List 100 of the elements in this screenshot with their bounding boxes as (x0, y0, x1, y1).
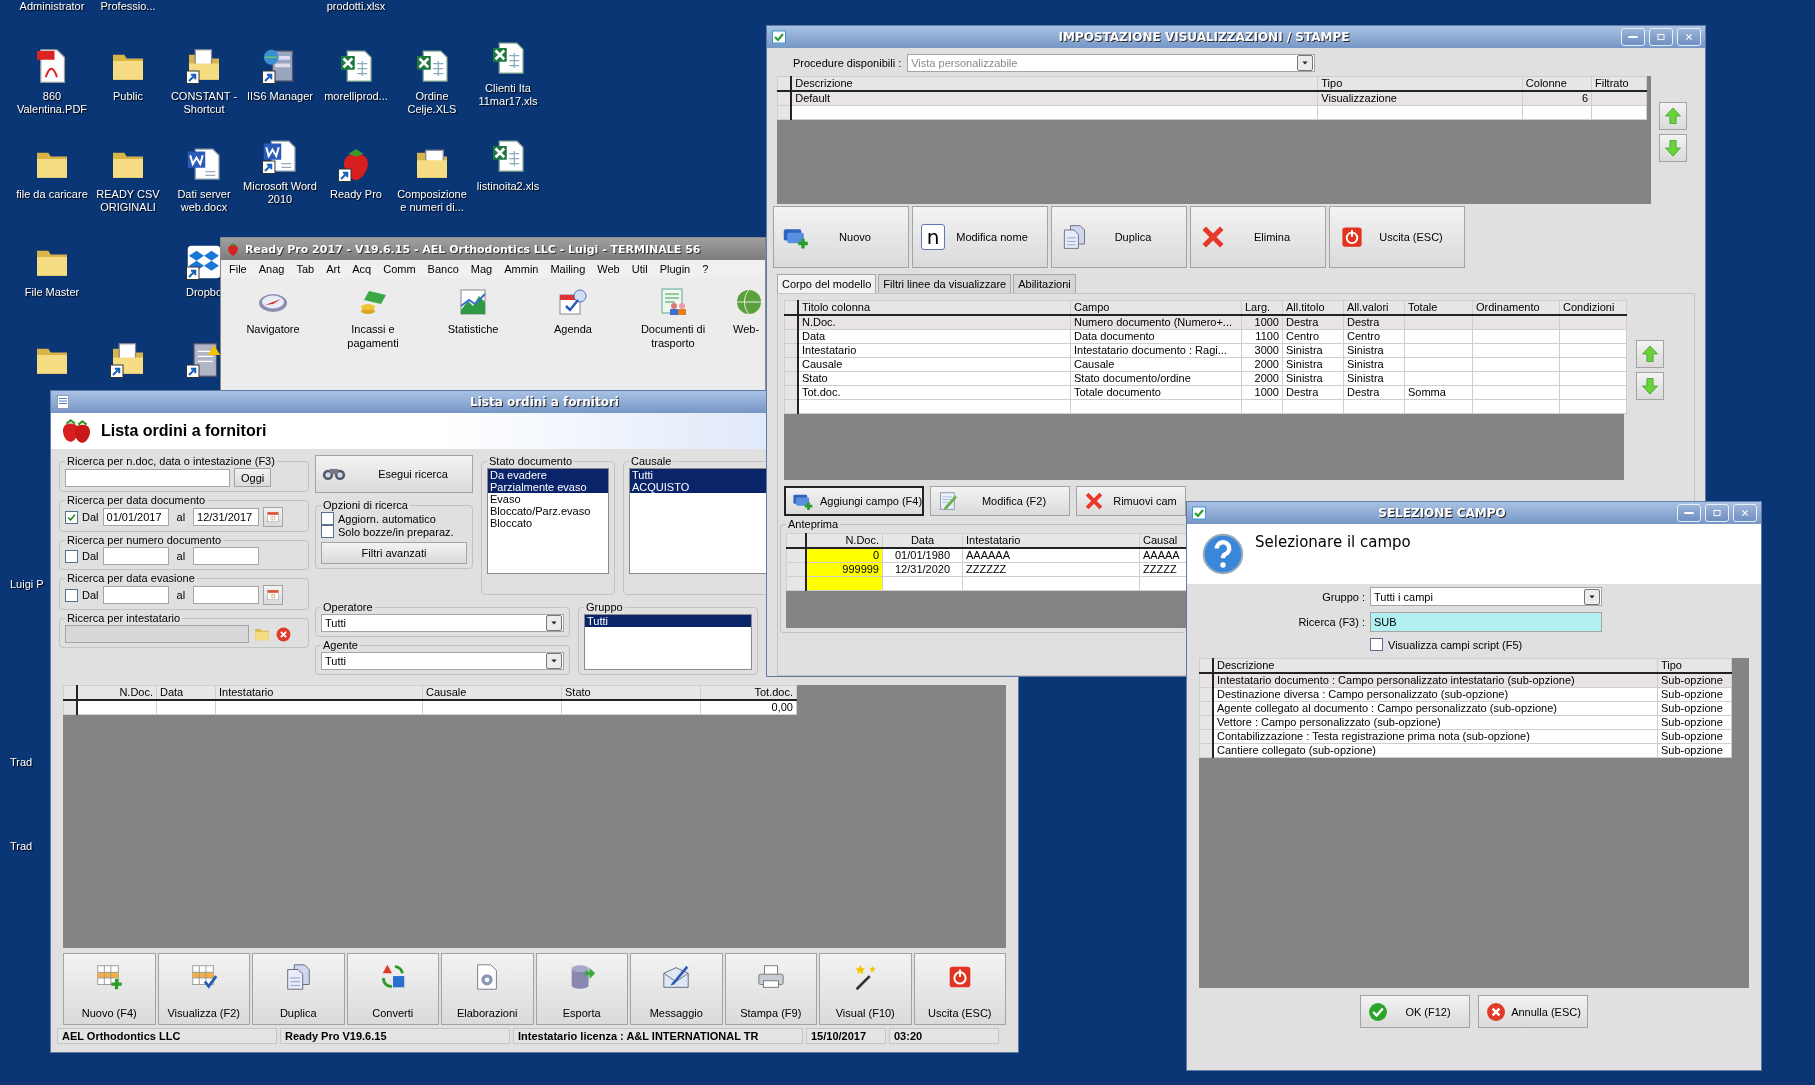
column-header[interactable]: Campo (1070, 300, 1242, 315)
icon-label[interactable]: Composizione e numeri di... (394, 188, 470, 214)
icon-label[interactable]: READY CSV ORIGINALI (90, 188, 166, 214)
date-field[interactable] (102, 547, 169, 565)
menu-item[interactable]: Comm (377, 262, 422, 276)
maximize-button[interactable] (1705, 504, 1729, 522)
column-header[interactable]: Totale (1404, 300, 1473, 315)
icon-label[interactable]: Ready Pro (330, 188, 382, 201)
menu-item[interactable]: Banco (421, 262, 465, 276)
maximize-button[interactable] (1649, 28, 1673, 46)
table-row[interactable]: Destinazione diversa : Campo personalizzato (sub-opzione) Sub-opzione (1199, 687, 1732, 702)
icon-label[interactable]: Luigi P (10, 578, 44, 591)
column-header[interactable]: N.Doc. (77, 685, 157, 700)
column-header[interactable]: Condizioni (1559, 300, 1627, 315)
date-field[interactable] (102, 586, 169, 604)
toolbar-label[interactable]: Documenti di trasporto (628, 322, 718, 350)
minimize-button[interactable] (1621, 28, 1645, 46)
dialog-button[interactable]: Annulla (ESC) (1478, 995, 1588, 1028)
icon-label[interactable]: Trad (10, 840, 33, 853)
menu-item[interactable]: Anag (252, 262, 291, 276)
column-header[interactable]: Larg. (1241, 300, 1283, 315)
menu-item[interactable]: File (223, 262, 253, 276)
menu-item[interactable]: Mag (464, 262, 499, 276)
calendar-button[interactable] (263, 507, 284, 527)
checkbox[interactable] (65, 549, 78, 563)
checkbox[interactable] (65, 588, 78, 602)
close-button[interactable] (1677, 28, 1701, 46)
date-field[interactable]: 01/01/2017 (102, 508, 169, 526)
icon-label[interactable]: 860 Valentina.PDF (14, 90, 90, 116)
dialog-button[interactable]: OK (F12) (1360, 995, 1470, 1028)
column-header[interactable]: Intestatario (962, 533, 1140, 548)
toolbar-label[interactable]: Incassi e pagamenti (328, 322, 418, 350)
icon-label[interactable]: Microsoft Word 2010 (242, 180, 318, 206)
calendar-icon[interactable] (557, 286, 589, 318)
search-field[interactable]: SUB (1370, 612, 1602, 632)
action-button[interactable]: n Modifica nome (912, 206, 1048, 268)
menu-item[interactable]: ? (696, 262, 715, 276)
table-row[interactable]: Intestatario Intestatario documento : Ragi... 3000 Sinistra Sinistra (784, 343, 1627, 358)
checkbox[interactable] (1370, 638, 1383, 651)
table-row[interactable]: Agente collegato al documento : Campo personalizzato (sub-opzione) Sub-opzione (1199, 701, 1732, 716)
minimize-button[interactable] (1677, 504, 1701, 522)
table-row[interactable]: Stato Stato documento/ordine 2000 Sinistra Sinistra (784, 371, 1627, 386)
action-button[interactable]: Elimina (1190, 206, 1326, 268)
toolbar-button[interactable]: Converti (346, 953, 439, 1025)
menu-item[interactable]: Ammin (498, 262, 545, 276)
toolbar-button[interactable]: Messaggio (630, 953, 723, 1025)
table-row[interactable]: Data Data documento 1100 Centro Centro (784, 329, 1627, 344)
toolbar-button[interactable]: Stampa (F9) (724, 953, 817, 1025)
action-button[interactable]: Aggiungi campo (F4) (784, 486, 924, 516)
table-row[interactable]: Causale Causale 2000 Sinistra Sinistra (784, 357, 1627, 372)
checkbox[interactable] (321, 525, 334, 538)
table-row[interactable]: Tot.doc. Totale documento 1000 Destra Destra Somma (784, 385, 1627, 400)
list-item[interactable]: Parzialmente evaso (488, 481, 608, 493)
tab[interactable]: Filtri linee da visualizzare (878, 274, 1012, 293)
toolbar-label[interactable]: Statistiche (447, 322, 499, 336)
action-button[interactable]: Modifica (F2) (930, 486, 1070, 516)
icon-label[interactable]: file da caricare (16, 188, 88, 201)
menu-item[interactable]: Mailing (544, 262, 592, 276)
column-header[interactable]: Descrizione (1213, 658, 1658, 673)
toolbar-button[interactable]: Duplica (252, 953, 345, 1025)
icon-label[interactable]: morelliprod... (324, 90, 388, 103)
menu-item[interactable]: Tab (290, 262, 321, 276)
list-item[interactable]: Da evadere (488, 469, 608, 481)
column-header[interactable]: Titolo colonna (798, 300, 1071, 315)
dropdown[interactable]: Vista personalizzabile (907, 54, 1316, 72)
column-header[interactable]: Filtrato (1591, 76, 1647, 91)
column-header[interactable]: Data (882, 533, 963, 548)
list-item[interactable]: Evaso (488, 493, 608, 505)
icon-label[interactable]: Public (113, 90, 143, 103)
toolbar-button[interactable]: Nuovo (F4) (63, 953, 156, 1025)
list-item[interactable]: Tutti (585, 615, 751, 627)
toolbar-button[interactable]: Visualizza (F2) (157, 953, 250, 1025)
dropdown[interactable]: Tutti (321, 614, 564, 632)
date-field[interactable] (193, 586, 260, 604)
close-button[interactable] (1733, 504, 1757, 522)
dropdown[interactable]: Tutti i campi (1370, 587, 1602, 606)
checkbox[interactable] (65, 510, 78, 524)
date-field[interactable] (193, 547, 260, 565)
column-header[interactable]: N.Doc. (806, 533, 883, 548)
column-header[interactable]: Causal (1139, 533, 1186, 548)
column-header[interactable]: All.valori (1343, 300, 1405, 315)
toolbar-button[interactable]: Visual (F10) (819, 953, 912, 1025)
table-row[interactable]: Cantiere collegato (sub-opzione) Sub-opzione (1199, 743, 1732, 758)
list-item[interactable]: Tutti (630, 469, 766, 481)
filters-button[interactable]: Filtri avanzati (321, 542, 467, 564)
icon-label[interactable]: Trad (10, 756, 33, 769)
menu-item[interactable]: Plugin (653, 262, 697, 276)
clear-icon[interactable] (275, 625, 292, 643)
search-button[interactable]: Esegui ricerca (315, 455, 473, 493)
toolbar-button[interactable]: Esporta (535, 953, 628, 1025)
icon-label[interactable]: Clienti Ita 11mar17.xls (470, 82, 546, 108)
column-header[interactable]: Stato (561, 685, 701, 700)
table-row[interactable]: Intestatario documento : Campo personalizzato intestatario (sub-opzione) Sub-opzione (1199, 673, 1732, 688)
action-button[interactable]: Rimuovi cam (1076, 486, 1186, 516)
action-button[interactable]: Duplica (1051, 206, 1187, 268)
icon-label[interactable]: IIS6 Manager (246, 90, 313, 103)
menu-item[interactable]: Acq (346, 262, 378, 276)
toolbar-button[interactable]: Uscita (ESC) (913, 953, 1006, 1025)
column-header[interactable]: Intestatario (215, 685, 423, 700)
column-header[interactable]: Tipo (1657, 658, 1732, 673)
